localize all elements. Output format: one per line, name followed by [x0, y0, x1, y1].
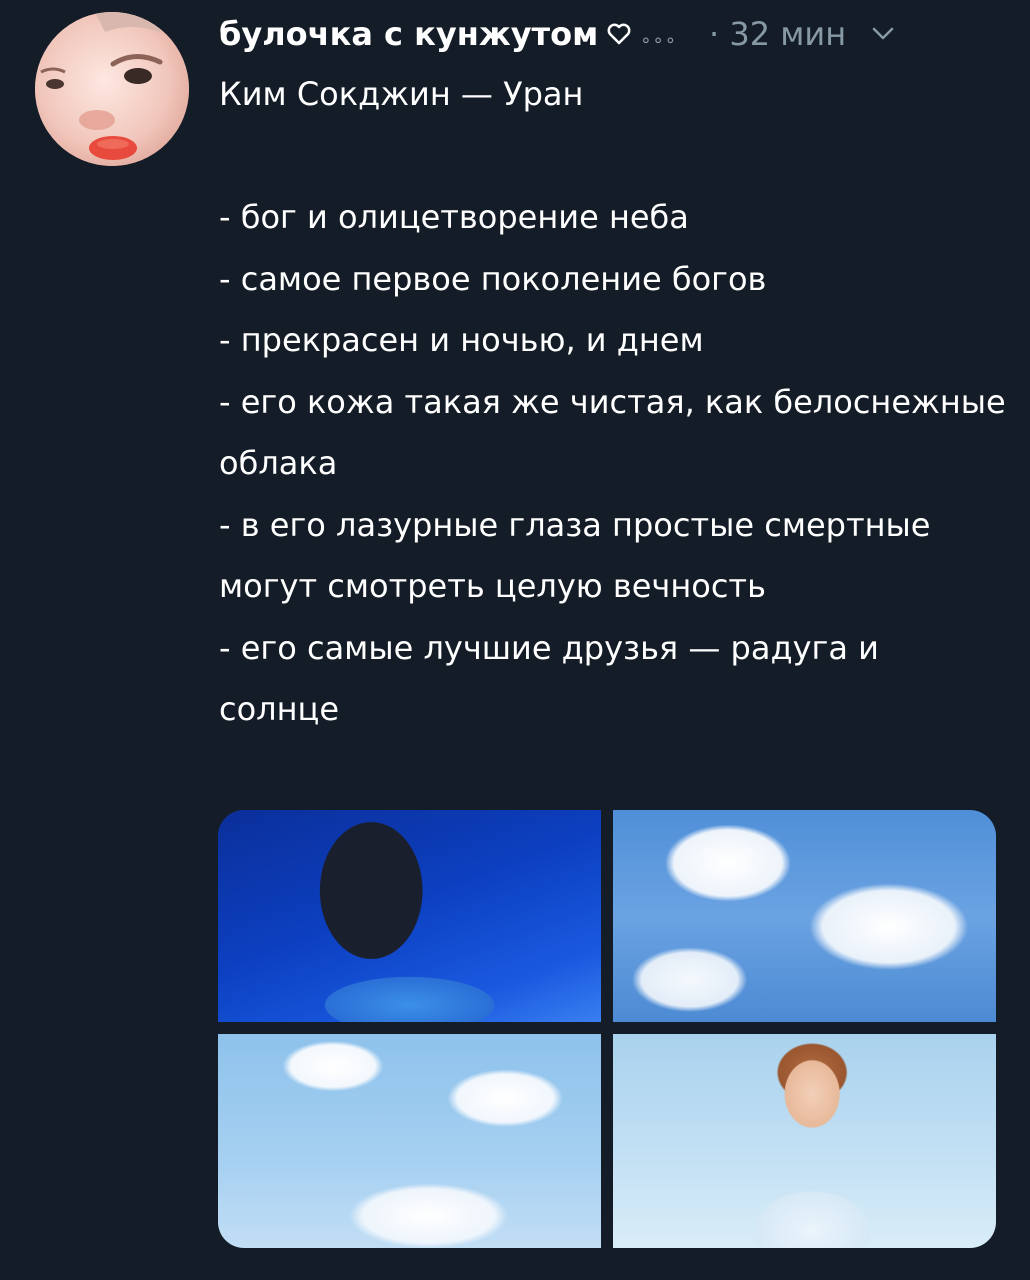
tweet-text: Ким Сокджин — Уран - бог и олицетворение…: [219, 75, 1006, 728]
tweet: булочка с кунжутом ∘∘∘ · 32 мин Ким Сокд…: [0, 0, 1030, 1280]
chevron-down-icon[interactable]: [872, 27, 894, 41]
media-photo-1[interactable]: [218, 810, 601, 1022]
ellipsis-icon: ∘∘∘: [640, 29, 678, 51]
media-photo-3[interactable]: [218, 1034, 601, 1248]
media-photo-2[interactable]: [613, 810, 996, 1022]
heart-outline-icon: [607, 23, 631, 45]
tweet-header: булочка с кунжутом ∘∘∘ · 32 мин: [219, 10, 1000, 58]
avatar-image: [35, 12, 189, 166]
timestamp[interactable]: · 32 мин: [709, 15, 846, 53]
media-photo-4[interactable]: [613, 1034, 996, 1248]
timestamp-value: 32 мин: [729, 15, 847, 53]
avatar[interactable]: [35, 12, 189, 166]
username[interactable]: булочка с кунжутом: [219, 15, 598, 53]
media-grid: [218, 810, 996, 1248]
